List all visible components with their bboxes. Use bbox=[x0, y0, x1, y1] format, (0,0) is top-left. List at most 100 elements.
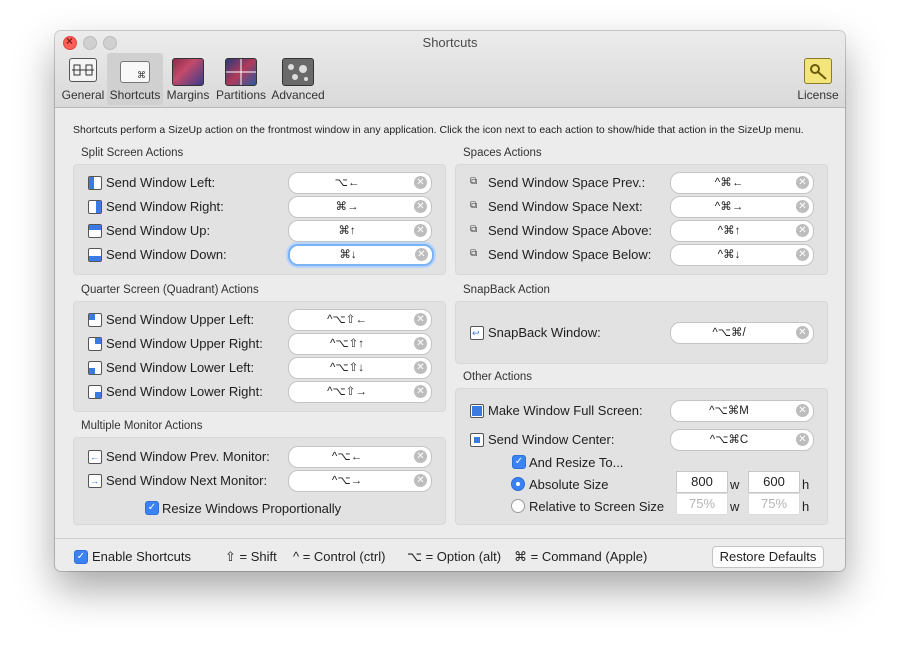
tab-margins[interactable]: Margins bbox=[165, 53, 211, 105]
intro-text: Shortcuts perform a SizeUp action on the… bbox=[73, 124, 804, 136]
shortcut-field-next-monitor[interactable]: ^⌥→ ✕ bbox=[288, 470, 432, 492]
keyboard-icon: ⌘ bbox=[120, 61, 150, 83]
relative-height-input[interactable]: 75% bbox=[748, 493, 800, 515]
space-prev-icon[interactable]: ⧉ bbox=[470, 176, 482, 188]
clear-icon[interactable]: ✕ bbox=[796, 326, 809, 339]
legend-shift: ⇧ = Shift bbox=[225, 549, 277, 564]
clear-icon[interactable]: ✕ bbox=[415, 248, 428, 261]
clear-icon[interactable]: ✕ bbox=[414, 313, 427, 326]
shortcut-field-down[interactable]: ⌘↓ ✕ bbox=[288, 244, 434, 266]
shortcut-field-right[interactable]: ⌘→ ✕ bbox=[288, 196, 432, 218]
relative-width-input[interactable]: 75% bbox=[676, 493, 728, 515]
shortcut-field-space-prev[interactable]: ^⌘← ✕ bbox=[670, 172, 814, 194]
split-group-title: Split Screen Actions bbox=[81, 147, 184, 159]
quarter-group-title: Quarter Screen (Quadrant) Actions bbox=[81, 284, 259, 296]
clear-icon[interactable]: ✕ bbox=[414, 200, 427, 213]
row-next-monitor: → Send Window Next Monitor: ^⌥→ ✕ bbox=[88, 470, 432, 492]
shortcut-field-up[interactable]: ⌘↑ ✕ bbox=[288, 220, 432, 242]
window-title: Shortcuts bbox=[422, 35, 478, 50]
window-lower-right-icon[interactable] bbox=[88, 385, 102, 399]
absolute-size-radio[interactable] bbox=[511, 477, 525, 491]
shortcut-field-lower-right[interactable]: ^⌥⇧→ ✕ bbox=[288, 381, 432, 403]
absolute-width-input[interactable]: 800 bbox=[676, 471, 728, 493]
row-full-screen: Make Window Full Screen: ^⌥⌘M ✕ bbox=[470, 400, 814, 422]
footer-bar: ✓ Enable Shortcuts ⇧ = Shift ^ = Control… bbox=[55, 538, 845, 571]
prev-monitor-icon[interactable]: ← bbox=[88, 450, 102, 464]
window-up-icon[interactable] bbox=[88, 224, 102, 238]
shortcut-field-snapback[interactable]: ^⌥⌘/ ✕ bbox=[670, 322, 814, 344]
row-lower-left: Send Window Lower Left: ^⌥⇧↓ ✕ bbox=[88, 357, 432, 379]
shortcut-field-full-screen[interactable]: ^⌥⌘M ✕ bbox=[670, 400, 814, 422]
legend-control: ^ = Control (ctrl) bbox=[293, 549, 386, 564]
spaces-panel: ⧉ Send Window Space Prev.: ^⌘← ✕ ⧉ Send … bbox=[455, 164, 828, 275]
height-unit: h bbox=[802, 477, 810, 492]
monitor-group-title: Multiple Monitor Actions bbox=[81, 420, 203, 432]
absolute-size-label: Absolute Size bbox=[529, 477, 609, 492]
window-upper-right-icon[interactable] bbox=[88, 337, 102, 351]
snapback-icon[interactable]: ↩ bbox=[470, 326, 484, 340]
clear-icon[interactable]: ✕ bbox=[796, 224, 809, 237]
clear-icon[interactable]: ✕ bbox=[414, 474, 427, 487]
restore-defaults-button[interactable]: Restore Defaults bbox=[712, 546, 824, 568]
clear-icon[interactable]: ✕ bbox=[796, 433, 809, 446]
window-right-icon[interactable] bbox=[88, 200, 102, 214]
shortcut-field-prev-monitor[interactable]: ^⌥← ✕ bbox=[288, 446, 432, 468]
and-resize-checkbox[interactable]: ✓ bbox=[512, 455, 526, 469]
window-down-icon[interactable] bbox=[88, 248, 102, 262]
row-send-down: Send Window Down: ⌘↓ ✕ bbox=[88, 244, 434, 266]
center-window-icon[interactable] bbox=[470, 433, 484, 447]
legend-option: ⌥ = Option (alt) bbox=[407, 549, 502, 564]
clear-icon[interactable]: ✕ bbox=[796, 248, 809, 261]
clear-icon[interactable]: ✕ bbox=[796, 200, 809, 213]
clear-icon[interactable]: ✕ bbox=[414, 361, 427, 374]
full-screen-icon[interactable] bbox=[470, 404, 484, 418]
other-panel: Make Window Full Screen: ^⌥⌘M ✕ Send Win… bbox=[455, 388, 828, 525]
shortcut-field-center[interactable]: ^⌥⌘C ✕ bbox=[670, 429, 814, 451]
clear-icon[interactable]: ✕ bbox=[414, 385, 427, 398]
shortcut-field-lower-left[interactable]: ^⌥⇧↓ ✕ bbox=[288, 357, 432, 379]
window-lower-left-icon[interactable] bbox=[88, 361, 102, 375]
row-space-below: ⧉ Send Window Space Below: ^⌘↓ ✕ bbox=[470, 244, 814, 266]
relative-size-radio[interactable] bbox=[511, 499, 525, 513]
next-monitor-icon[interactable]: → bbox=[88, 474, 102, 488]
tab-advanced[interactable]: Advanced bbox=[271, 53, 325, 105]
enable-shortcuts-checkbox[interactable]: ✓ bbox=[74, 550, 88, 564]
quarter-panel: Send Window Upper Left: ^⌥⇧← ✕ Send Wind… bbox=[73, 301, 446, 412]
tab-partitions[interactable]: Partitions bbox=[213, 53, 269, 105]
tab-general[interactable]: General bbox=[59, 53, 107, 105]
row-snapback: ↩ SnapBack Window: ^⌥⌘/ ✕ bbox=[470, 322, 814, 344]
shortcut-field-upper-left[interactable]: ^⌥⇧← ✕ bbox=[288, 309, 432, 331]
window-upper-left-icon[interactable] bbox=[88, 313, 102, 327]
shortcut-field-space-above[interactable]: ^⌘↑ ✕ bbox=[670, 220, 814, 242]
space-below-icon[interactable]: ⧉ bbox=[470, 248, 482, 260]
resize-proportionally-checkbox[interactable]: ✓ bbox=[145, 501, 159, 515]
absolute-height-input[interactable]: 600 bbox=[748, 471, 800, 493]
clear-icon[interactable]: ✕ bbox=[796, 404, 809, 417]
snapback-panel: ↩ SnapBack Window: ^⌥⌘/ ✕ bbox=[455, 301, 828, 364]
row-upper-right: Send Window Upper Right: ^⌥⇧↑ ✕ bbox=[88, 333, 432, 355]
space-above-icon[interactable]: ⧉ bbox=[470, 224, 482, 236]
clear-icon[interactable]: ✕ bbox=[414, 224, 427, 237]
clear-icon[interactable]: ✕ bbox=[414, 176, 427, 189]
row-space-above: ⧉ Send Window Space Above: ^⌘↑ ✕ bbox=[470, 220, 814, 242]
snapback-group-title: SnapBack Action bbox=[463, 284, 550, 296]
enable-shortcuts-label: Enable Shortcuts bbox=[92, 549, 192, 564]
shortcut-field-space-next[interactable]: ^⌘→ ✕ bbox=[670, 196, 814, 218]
row-space-next: ⧉ Send Window Space Next: ^⌘→ ✕ bbox=[470, 196, 814, 218]
clear-icon[interactable]: ✕ bbox=[414, 450, 427, 463]
window-left-icon[interactable] bbox=[88, 176, 102, 190]
partitions-icon bbox=[225, 58, 257, 86]
space-next-icon[interactable]: ⧉ bbox=[470, 200, 482, 212]
row-prev-monitor: ← Send Window Prev. Monitor: ^⌥← ✕ bbox=[88, 446, 432, 468]
clear-icon[interactable]: ✕ bbox=[796, 176, 809, 189]
shortcut-field-left[interactable]: ⌥← ✕ bbox=[288, 172, 432, 194]
tab-shortcuts[interactable]: ⌘ Shortcuts bbox=[107, 53, 163, 105]
shortcut-field-upper-right[interactable]: ^⌥⇧↑ ✕ bbox=[288, 333, 432, 355]
height-unit: h bbox=[802, 499, 810, 514]
other-group-title: Other Actions bbox=[463, 371, 533, 383]
shortcut-field-space-below[interactable]: ^⌘↓ ✕ bbox=[670, 244, 814, 266]
clear-icon[interactable]: ✕ bbox=[414, 337, 427, 350]
row-lower-right: Send Window Lower Right: ^⌥⇧→ ✕ bbox=[88, 381, 432, 403]
monitor-panel: ← Send Window Prev. Monitor: ^⌥← ✕ → Sen… bbox=[73, 437, 446, 525]
tab-license[interactable]: License bbox=[793, 53, 843, 105]
